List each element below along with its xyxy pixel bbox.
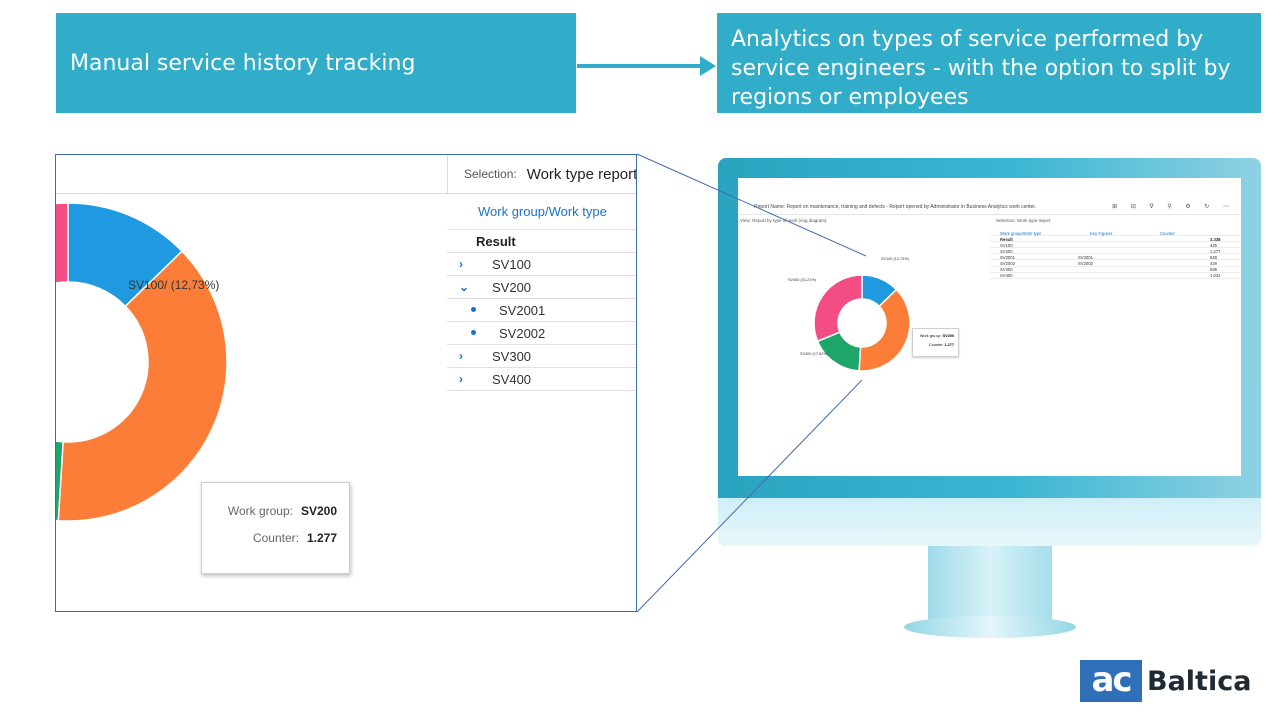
tooltip-counter-key: Counter: [252,531,299,545]
screen-label-sv300: SV300 (17,82%) [800,352,828,356]
screen-slice-sv400[interactable] [813,274,863,343]
table-header-workgroup[interactable]: Work group/Work type [447,194,636,230]
slice-label-sv100: SV100/ (12,73%) [128,278,220,292]
row-label: SV100 [492,256,532,272]
screen-cell-c3: 425 [1210,242,1217,248]
screen-table: Work group/Work type Key Figures Counter… [990,230,1240,279]
screen-table-row[interactable]: SV400 1.042 [990,273,1240,279]
table-row[interactable]: Result [447,230,636,253]
screen-cell-c3: 595 [1210,267,1217,273]
screen-cell-c2: SV2001 [1078,254,1093,260]
table-row[interactable]: SV2001 [447,299,636,322]
bullet-icon [471,307,476,312]
screen-cell-c3: 429 [1210,261,1217,267]
row-label: SV400 [492,371,532,387]
screen-label-sv100: SV100 (12,73%) [881,257,909,261]
manual-tracking-text: Manual service history tracking [70,50,416,76]
bullet-icon [471,330,476,335]
tooltip-group-key: Work group: [227,504,293,518]
zoomed-report-panel: Selection: Work type report SV100/ (12,7… [55,154,637,612]
col-counter[interactable]: Counter [1160,231,1175,236]
acbaltica-logo: ac Baltica [1080,660,1251,702]
tooltip-group-value: SV200 [300,504,337,518]
chevron-right-icon[interactable]: › [459,372,463,386]
screen-cell-c1: SV300 [1000,267,1013,273]
screen-cell-c1: SV200 [1000,248,1013,254]
zoom-slice-sv400[interactable] [56,202,69,422]
manual-tracking-banner: Manual service history tracking [56,13,576,113]
screen-cell-c1: SV2002 [1000,261,1015,267]
col-keyfigures[interactable]: Key Figures [1090,231,1112,236]
monitor-neck [928,545,1052,620]
screen-tooltip-group-value: SV200 [942,334,954,338]
row-label: SV200 [492,279,532,295]
screen-cell-c1: SV400 [1000,273,1013,279]
table-row[interactable]: › SV300 [447,345,636,368]
col-workgroup[interactable]: Work group/Work type [1000,231,1042,236]
chevron-down-icon[interactable]: ⌄ [459,280,469,294]
screen-cell-c2: SV2002 [1078,261,1093,267]
screen-tooltip-counter-key: Counter: [928,343,944,347]
screen-tooltip: Work gro.up: SV200 Counter: 1.277 [912,328,959,357]
row-label: Result [476,233,516,249]
screen-donut-chart [813,274,911,372]
row-label: SV2001 [499,302,546,318]
screen-cell-c1: SV2001 [1000,254,1015,260]
row-label: SV300 [492,348,532,364]
tooltip-counter-value: 1.277 [306,531,337,545]
monitor-screen: Report Name: Report on maintenance, trai… [738,178,1241,476]
analytics-text: Analytics on types of service performed … [731,27,1231,110]
chevron-right-icon[interactable]: › [459,257,463,271]
chart-tooltip: Work group: SV200 Counter: 1.277 [201,482,350,574]
table-row[interactable]: SV2002 [447,322,636,345]
screen-cell-c1: Result [1000,236,1013,242]
screen-tooltip-counter-value: 1.277 [944,343,954,347]
row-label: SV2002 [499,325,546,341]
monitor-stand [904,616,1076,638]
screen-cell-c3: 3.338 [1210,236,1221,242]
screen-cell-c3: 1.277 [1210,248,1221,254]
screen-slice-sv200[interactable] [858,288,911,372]
table-row[interactable]: › SV400 [447,368,636,391]
analytics-banner: Analytics on types of service performed … [717,13,1261,113]
screen-cell-c3: 848 [1210,254,1217,260]
chevron-right-icon[interactable]: › [459,349,463,363]
zoom-table: Work group/Work type Result › SV100 ⌄ SV200 S… [447,194,636,391]
screen-cell-c1: SV100 [1000,242,1013,248]
arrow-right-icon [700,56,716,76]
arrow-line [577,64,705,68]
screen-cell-c3: 1.042 [1210,273,1221,279]
logo-mark: ac [1080,660,1142,702]
monitor-chin [718,498,1261,546]
logo-text: Baltica [1147,665,1252,697]
screen-tooltip-group-key: Work gro.up: [919,334,942,338]
screen-label-sv400: SV400 (31,21%) [788,278,816,282]
table-row[interactable]: › SV100 [447,253,636,276]
table-row[interactable]: ⌄ SV200 [447,276,636,299]
